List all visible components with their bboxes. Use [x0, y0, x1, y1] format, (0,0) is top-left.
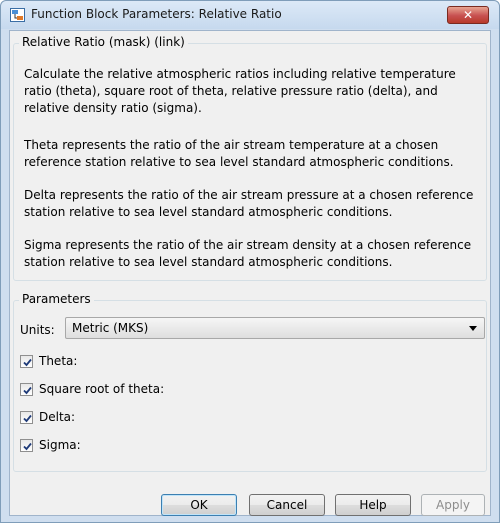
description-line: station relative to sea level standard a… [24, 205, 393, 219]
close-button[interactable]: ✕ [447, 6, 489, 24]
dialog-window: Function Block Parameters: Relative Rati… [0, 0, 500, 523]
description-paragraph: Calculate the relative atmospheric ratio… [24, 66, 488, 117]
cancel-button[interactable]: Cancel [249, 494, 325, 516]
units-label: Units: [20, 323, 55, 337]
description-line: Sigma represents the ratio of the air st… [24, 238, 472, 252]
title-bar[interactable]: Function Block Parameters: Relative Rati… [1, 1, 499, 29]
theta-label: Theta: [39, 354, 78, 368]
checkmark-icon [23, 442, 32, 451]
sigma-label: Sigma: [39, 438, 81, 452]
units-dropdown[interactable]: Metric (MKS) [65, 317, 485, 339]
sigma-checkbox[interactable] [20, 439, 33, 452]
chevron-down-icon [469, 326, 477, 331]
description-line: Theta represents the ratio of the air st… [24, 138, 439, 152]
checkmark-icon [23, 358, 32, 367]
delta-checkbox[interactable] [20, 411, 33, 424]
units-selected-value: Metric (MKS) [72, 321, 149, 335]
description-heading: Relative Ratio (mask) (link) [19, 35, 188, 49]
description-line: ratio (theta), square root of theta, rel… [24, 84, 438, 98]
description-paragraph: Sigma represents the ratio of the air st… [24, 237, 488, 271]
square-root-of-theta-label: Square root of theta: [39, 382, 165, 396]
window-title: Function Block Parameters: Relative Rati… [31, 7, 282, 21]
theta-checkbox[interactable] [20, 355, 33, 368]
checkmark-icon [23, 386, 32, 395]
close-icon: ✕ [462, 8, 474, 22]
description-line: relative density ratio (sigma). [24, 101, 202, 115]
description-line: Calculate the relative atmospheric ratio… [24, 67, 456, 81]
checkmark-icon [23, 414, 32, 423]
description-line: Delta represents the ratio of the air st… [24, 188, 474, 202]
description-paragraph: Delta represents the ratio of the air st… [24, 187, 488, 221]
apply-button[interactable]: Apply [421, 494, 485, 516]
description-line: reference station relative to sea level … [24, 155, 454, 169]
simulink-block-icon [10, 8, 25, 22]
delta-label: Delta: [39, 410, 76, 424]
square-root-of-theta-checkbox[interactable] [20, 383, 33, 396]
description-group: Relative Ratio (mask) (link) Calculate t… [13, 35, 488, 281]
help-button[interactable]: Help [335, 494, 411, 516]
ok-button[interactable]: OK [161, 494, 237, 516]
parameters-heading: Parameters [19, 292, 94, 306]
dialog-client-area: Relative Ratio (mask) (link) Calculate t… [9, 30, 491, 516]
description-line: station relative to sea level standard a… [24, 255, 393, 269]
description-paragraph: Theta represents the ratio of the air st… [24, 137, 488, 171]
